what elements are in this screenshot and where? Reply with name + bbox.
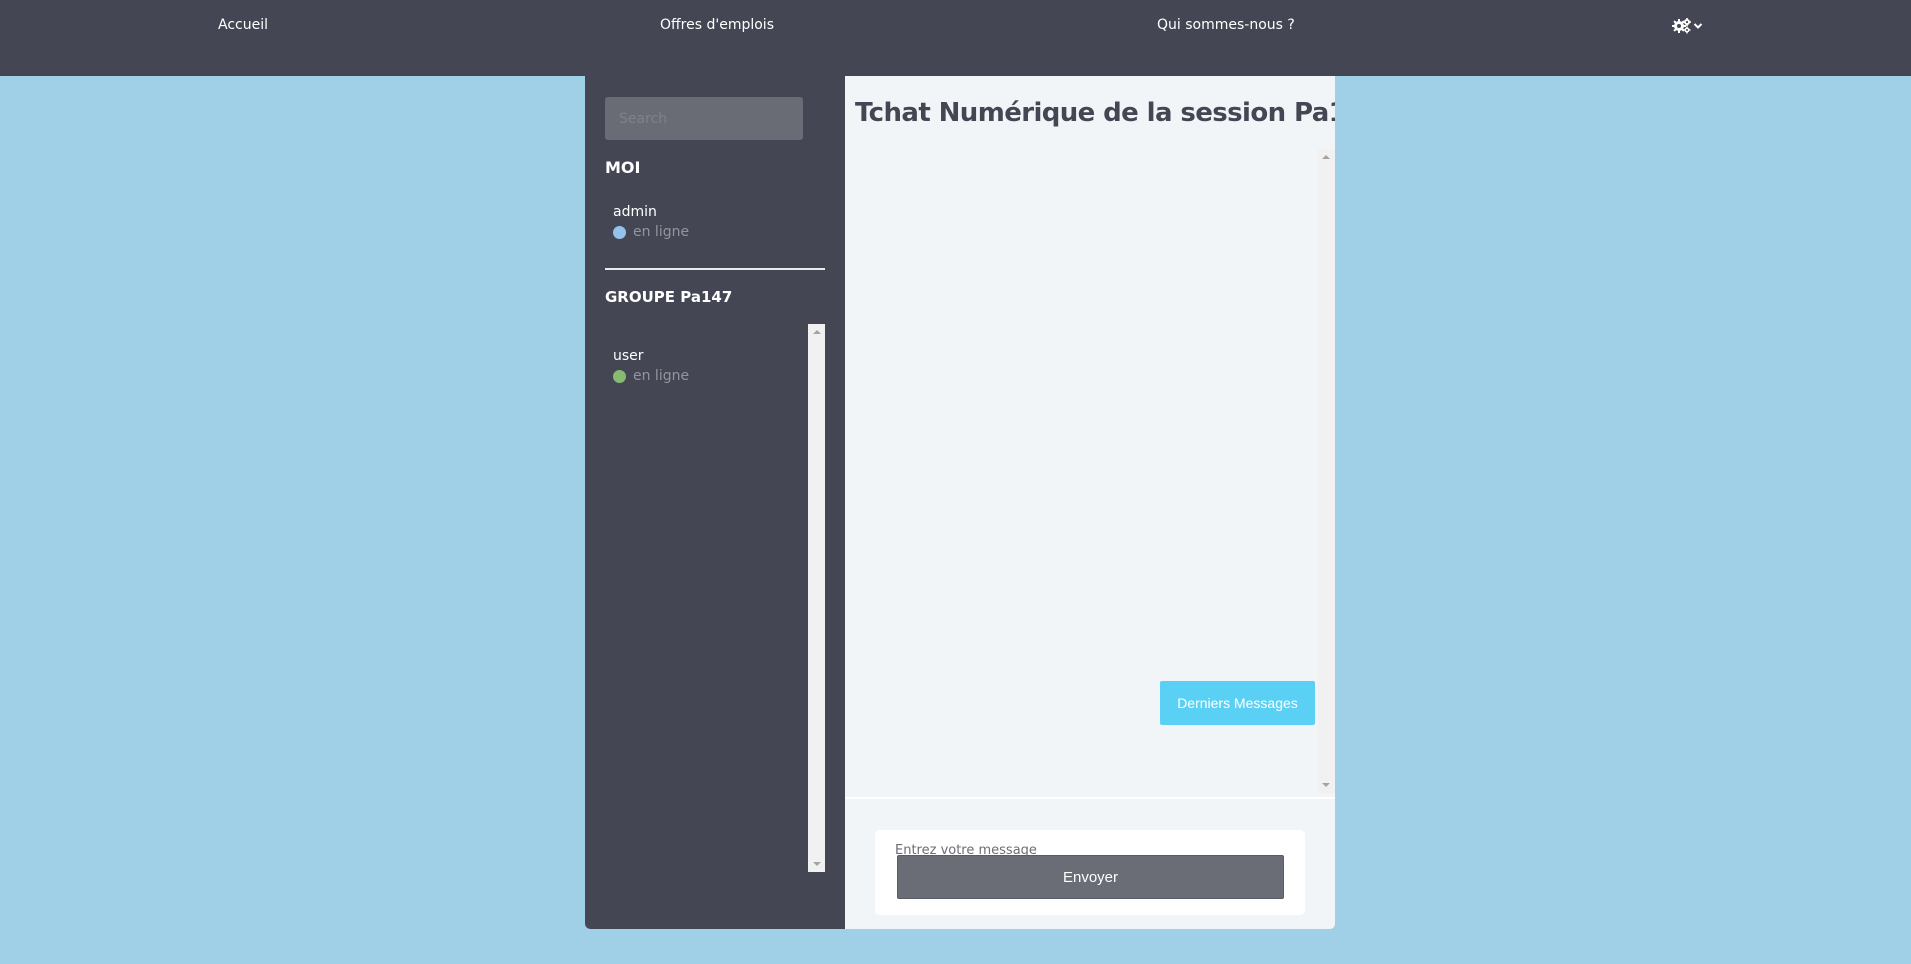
chat-divider xyxy=(845,797,1335,799)
scroll-up-arrow-icon[interactable] xyxy=(813,330,821,334)
person-name: user xyxy=(613,348,644,364)
nav-link-accueil[interactable]: Accueil xyxy=(218,17,268,33)
chat-history-scrollbar[interactable] xyxy=(1318,149,1335,793)
nav-link-offres-emplois[interactable]: Offres d'emplois xyxy=(660,17,774,33)
scroll-down-arrow-icon[interactable] xyxy=(1322,783,1330,787)
person-status: en ligne xyxy=(613,224,689,240)
last-messages-button[interactable]: Derniers Messages xyxy=(1160,681,1315,725)
chat-title: Tchat Numérique de la session Pa147 xyxy=(855,98,1335,128)
chat-container: MOI admin en ligne GROUPE Pa147 user en … xyxy=(585,76,1335,929)
person-name: admin xyxy=(613,204,657,220)
group-member-list: user en ligne xyxy=(605,324,825,872)
nav-link-qui-sommes-nous[interactable]: Qui sommes-nous ? xyxy=(1157,17,1295,33)
person-item-admin[interactable]: admin en ligne xyxy=(613,203,689,240)
top-navbar: Accueil Offres d'emplois Qui sommes-nous… xyxy=(0,0,1911,76)
sidebar-divider xyxy=(605,268,825,270)
group-list-scrollbar[interactable] xyxy=(808,324,825,872)
people-sidebar: MOI admin en ligne GROUPE Pa147 user en … xyxy=(585,76,845,929)
status-text: en ligne xyxy=(633,224,690,240)
chat-panel: Tchat Numérique de la session Pa147 Dern… xyxy=(845,76,1335,929)
online-status-dot-icon xyxy=(613,369,626,383)
send-button[interactable]: Envoyer xyxy=(897,855,1284,899)
section-title-groupe: GROUPE Pa147 xyxy=(605,288,733,306)
scroll-down-arrow-icon[interactable] xyxy=(813,862,821,866)
section-title-moi: MOI xyxy=(605,158,641,177)
person-item-user[interactable]: user en ligne xyxy=(613,347,689,384)
search-input[interactable] xyxy=(605,97,803,140)
chevron-down-icon xyxy=(1693,23,1703,29)
settings-dropdown-toggle[interactable] xyxy=(1671,16,1703,36)
online-status-dot-icon xyxy=(613,225,626,239)
person-status: en ligne xyxy=(613,368,689,384)
status-text: en ligne xyxy=(633,368,690,384)
scroll-up-arrow-icon[interactable] xyxy=(1322,155,1330,159)
